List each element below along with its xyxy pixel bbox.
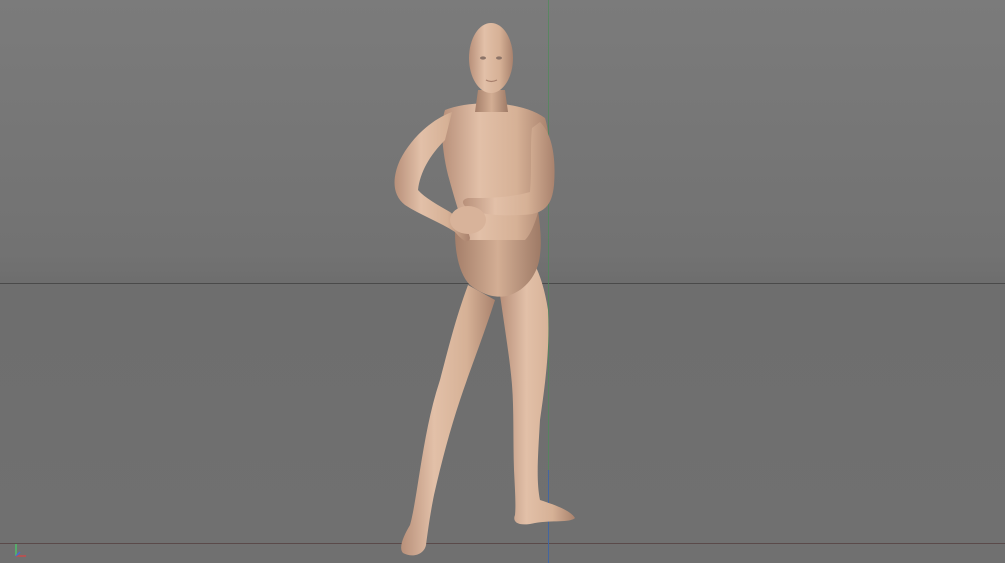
figure-left-leg xyxy=(401,285,495,556)
human-figure-model[interactable] xyxy=(0,0,1005,563)
figure-right-leg xyxy=(500,265,575,525)
3d-viewport[interactable] xyxy=(0,0,1005,563)
figure-head xyxy=(469,23,513,93)
figure-hands xyxy=(450,206,486,234)
figure-neck xyxy=(475,90,508,112)
axis-orientation-gizmo xyxy=(15,544,26,557)
